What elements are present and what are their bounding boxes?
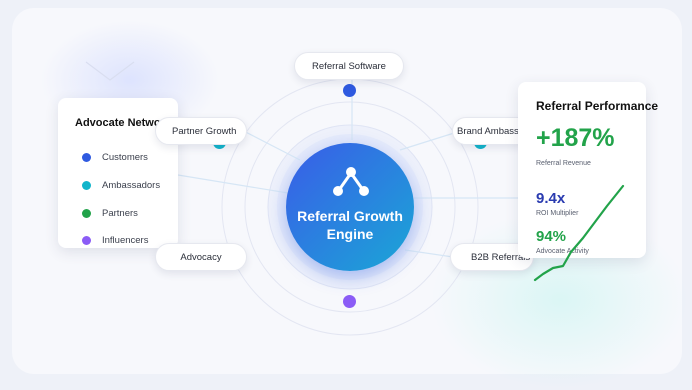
node-referral-software[interactable]: Referral Software — [294, 52, 404, 80]
node-partner-growth[interactable]: Partner Growth — [155, 117, 247, 145]
node-advocacy[interactable]: Advocacy — [155, 243, 247, 271]
node-dot-blue — [343, 84, 356, 97]
revenue-label: Referral Revenue — [536, 160, 591, 167]
engine-title: Referral Growth Engine — [297, 208, 403, 242]
legend-dot-icon — [82, 181, 91, 190]
legend-dot-icon — [82, 209, 91, 218]
share-network-icon — [333, 167, 369, 196]
node-dot-purple — [343, 295, 356, 308]
growth-trend-line — [533, 184, 625, 282]
legend-dot-icon — [82, 236, 91, 245]
legend-dot-icon — [82, 153, 91, 162]
card-title: Referral Performance — [536, 99, 659, 113]
revenue-value: +187% — [536, 124, 615, 152]
referral-growth-engine[interactable]: Referral Growth Engine — [286, 143, 414, 271]
